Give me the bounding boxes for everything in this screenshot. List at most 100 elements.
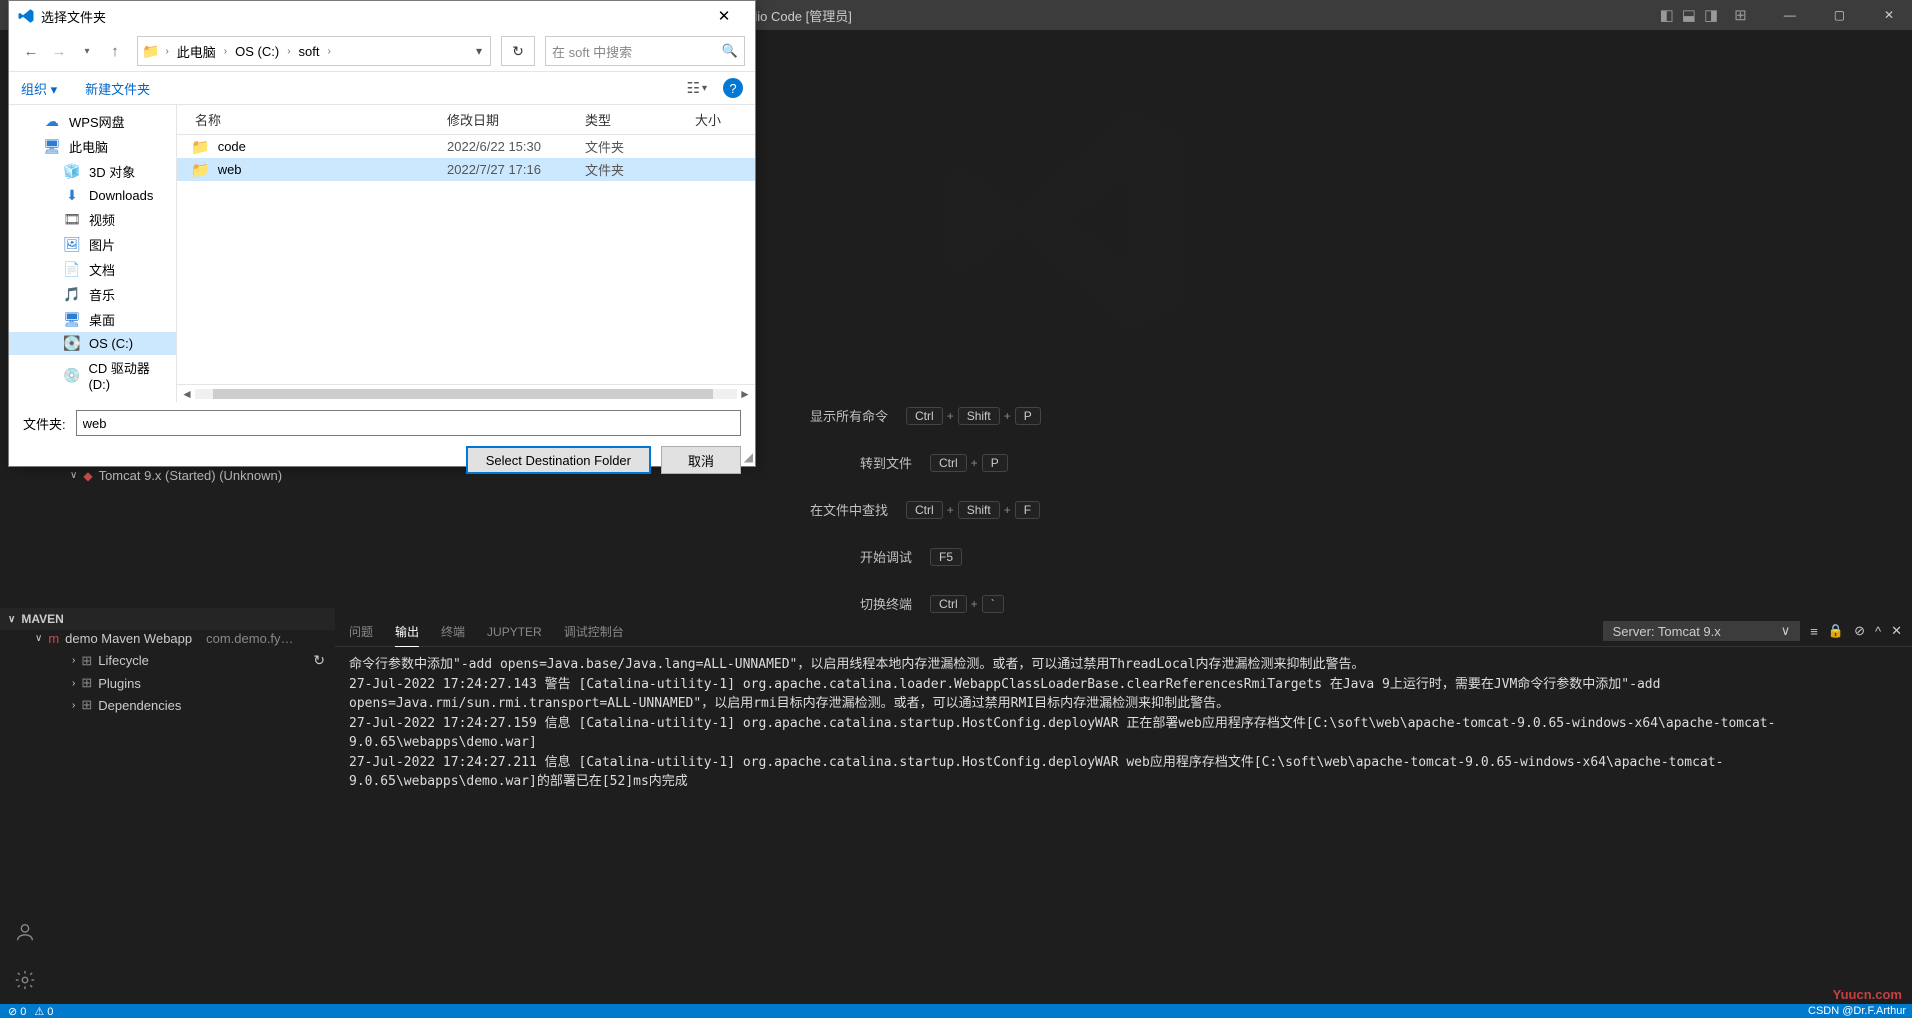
tree-item[interactable]: ☁WPS网盘 [9,109,176,134]
dialog-title: 选择文件夹 [41,7,106,26]
maven-section-header[interactable]: ∨ MAVEN [0,608,335,630]
select-folder-button[interactable]: Select Destination Folder [466,446,651,474]
maven-tree: ∨mdemo Maven Webappcom.demo.fy…›⊞Lifecyc… [0,628,335,716]
folder-tree[interactable]: ☁WPS网盘🖥此电脑🧊3D 对象⬇Downloads🎞视频🖼图片📄文档🎵音乐🖥桌… [9,105,177,402]
breadcrumb-item[interactable]: soft [295,44,324,59]
refresh-button[interactable]: ↻ [501,36,535,66]
dialog-close-button[interactable]: ✕ [701,7,747,25]
tree-item[interactable]: ⬇Downloads [9,184,176,207]
tree-item[interactable]: 📄文档 [9,257,176,282]
close-panel-icon[interactable]: ✕ [1891,623,1902,639]
scroll-right-icon[interactable]: ► [737,387,753,401]
tree-item-label: Downloads [89,188,153,203]
list-item[interactable]: 📁web2022/7/27 17:16文件夹 [177,158,755,181]
path-dropdown-icon[interactable]: ▾ [472,44,486,58]
tree-item[interactable]: 🖥桌面 [9,307,176,332]
window-title: dio Code [管理员] [750,6,852,25]
search-placeholder: 在 soft 中搜索 [552,42,632,61]
dialog-footer: 文件夹: Select Destination Folder 取消 [9,402,755,482]
panel-right-icon[interactable]: ◨ [1704,6,1718,24]
folder-label: 文件夹: [23,414,66,433]
col-size[interactable]: 大小 [685,110,755,129]
minimize-button[interactable]: — [1767,0,1813,30]
server-select[interactable]: Server: Tomcat 9.x∨ [1603,621,1801,641]
tree-item[interactable]: 💽OS (C:) [9,332,176,355]
tree-item-label: OS (C:) [89,336,133,351]
dialog-body: ☁WPS网盘🖥此电脑🧊3D 对象⬇Downloads🎞视频🖼图片📄文档🎵音乐🖥桌… [9,105,755,402]
maven-item[interactable]: ›⊞Lifecycle↻ [0,649,335,672]
tree-item[interactable]: 🖼图片 [9,232,176,257]
terminal-panel: 问题输出终端 JUPYTER 调试控制台 Server: Tomcat 9.x∨ ≡… [335,615,1912,805]
folder-icon: 📁 [191,138,210,156]
tree-item[interactable]: 🎞视频 [9,207,176,232]
keyboard-key: ` [982,595,1004,613]
forward-button[interactable]: → [47,39,71,63]
scroll-track[interactable] [195,389,737,399]
panel-left-icon[interactable]: ◧ [1660,6,1674,24]
lock-icon[interactable]: 🔒 [1828,623,1844,639]
key-combo: Ctrl+Shift+P [906,407,1030,425]
search-input[interactable]: 在 soft 中搜索 🔍 [545,36,745,66]
filter-icon[interactable]: ≡ [1810,624,1818,639]
tree-item-icon: 🎞 [63,211,81,228]
maximize-panel-icon[interactable]: ^ [1875,624,1881,639]
terminal-tab[interactable]: JUPYTER [487,625,542,645]
new-folder-button[interactable]: 新建文件夹 [85,79,150,98]
refresh-icon[interactable]: ↻ [313,652,325,669]
layout-icon[interactable]: ⊞ [1734,6,1747,24]
maven-item[interactable]: ›⊞Plugins [0,672,335,694]
col-date[interactable]: 修改日期 [437,110,575,129]
horizontal-scrollbar[interactable]: ◄ ► [177,384,755,402]
terminal-tab[interactable]: 调试控制台 [564,623,624,646]
gear-icon[interactable] [0,956,50,1004]
terminal-tab[interactable]: 输出 [395,623,419,647]
tree-item[interactable]: 💿CD 驱动器 (D:) [9,355,176,395]
folder-name-input[interactable] [76,410,741,436]
help-button[interactable]: ? [723,78,743,98]
breadcrumb-item[interactable]: 此电脑 [173,42,220,61]
terminal-tab[interactable]: 问题 [349,623,373,646]
tree-item[interactable]: 🎵音乐 [9,282,176,307]
up-button[interactable]: ↑ [103,39,127,63]
maximize-button[interactable]: ▢ [1816,0,1862,30]
tree-item[interactable]: 🧊3D 对象 [9,159,176,184]
tree-item-icon: 🧊 [63,163,81,180]
errors-count[interactable]: ⊘ 0 [8,1005,26,1018]
vscode-app-icon [17,7,35,25]
clear-icon[interactable]: ⊘ [1854,623,1865,639]
tree-item[interactable]: 🖥此电脑 [9,134,176,159]
breadcrumb-path[interactable]: 📁 › 此电脑 › OS (C:) › soft › ▾ [137,36,491,66]
file-type: 文件夹 [575,137,685,156]
tree-item-icon: 🖥 [43,138,61,155]
organize-button[interactable]: 组织 ▾ [21,79,57,98]
keyboard-key: P [982,454,1008,472]
dialog-nav: ← → ▾ ↑ 📁 › 此电脑 › OS (C:) › soft › ▾ ↻ 在… [9,31,755,71]
keyboard-key: Shift [958,407,1000,425]
scroll-left-icon[interactable]: ◄ [179,387,195,401]
package-icon: ⊞ [81,653,92,669]
col-name[interactable]: 名称 [177,110,437,129]
recent-button[interactable]: ▾ [75,39,99,63]
close-button[interactable]: ✕ [1866,0,1912,30]
scroll-thumb[interactable] [213,389,713,399]
account-icon[interactable] [0,908,50,956]
chevron-right-icon: › [165,46,168,57]
package-icon: ⊞ [81,697,92,713]
list-item[interactable]: 📁code2022/6/22 15:30文件夹 [177,135,755,158]
maven-item[interactable]: ›⊞Dependencies [0,694,335,716]
dialog-titlebar: 选择文件夹 ✕ [9,1,755,31]
panel-bottom-icon[interactable]: ⬓ [1682,6,1696,24]
maven-project[interactable]: ∨mdemo Maven Webappcom.demo.fy… [0,628,335,649]
shortcut-label: 转到文件 [860,453,912,472]
warnings-count[interactable]: ⚠ 0 [34,1005,53,1018]
resize-grip-icon[interactable]: ◢ [744,450,753,464]
cancel-button[interactable]: 取消 [661,446,741,474]
col-type[interactable]: 类型 [575,110,685,129]
view-mode-button[interactable]: ☷ ▾ [687,79,707,97]
file-date: 2022/7/27 17:16 [437,162,575,177]
terminal-output[interactable]: 命令行参数中添加"-add opens=Java.base/Java.lang=… [335,647,1912,800]
keyboard-key: P [1015,407,1041,425]
terminal-tab[interactable]: 终端 [441,623,465,646]
breadcrumb-item[interactable]: OS (C:) [231,44,283,59]
back-button[interactable]: ← [19,39,43,63]
